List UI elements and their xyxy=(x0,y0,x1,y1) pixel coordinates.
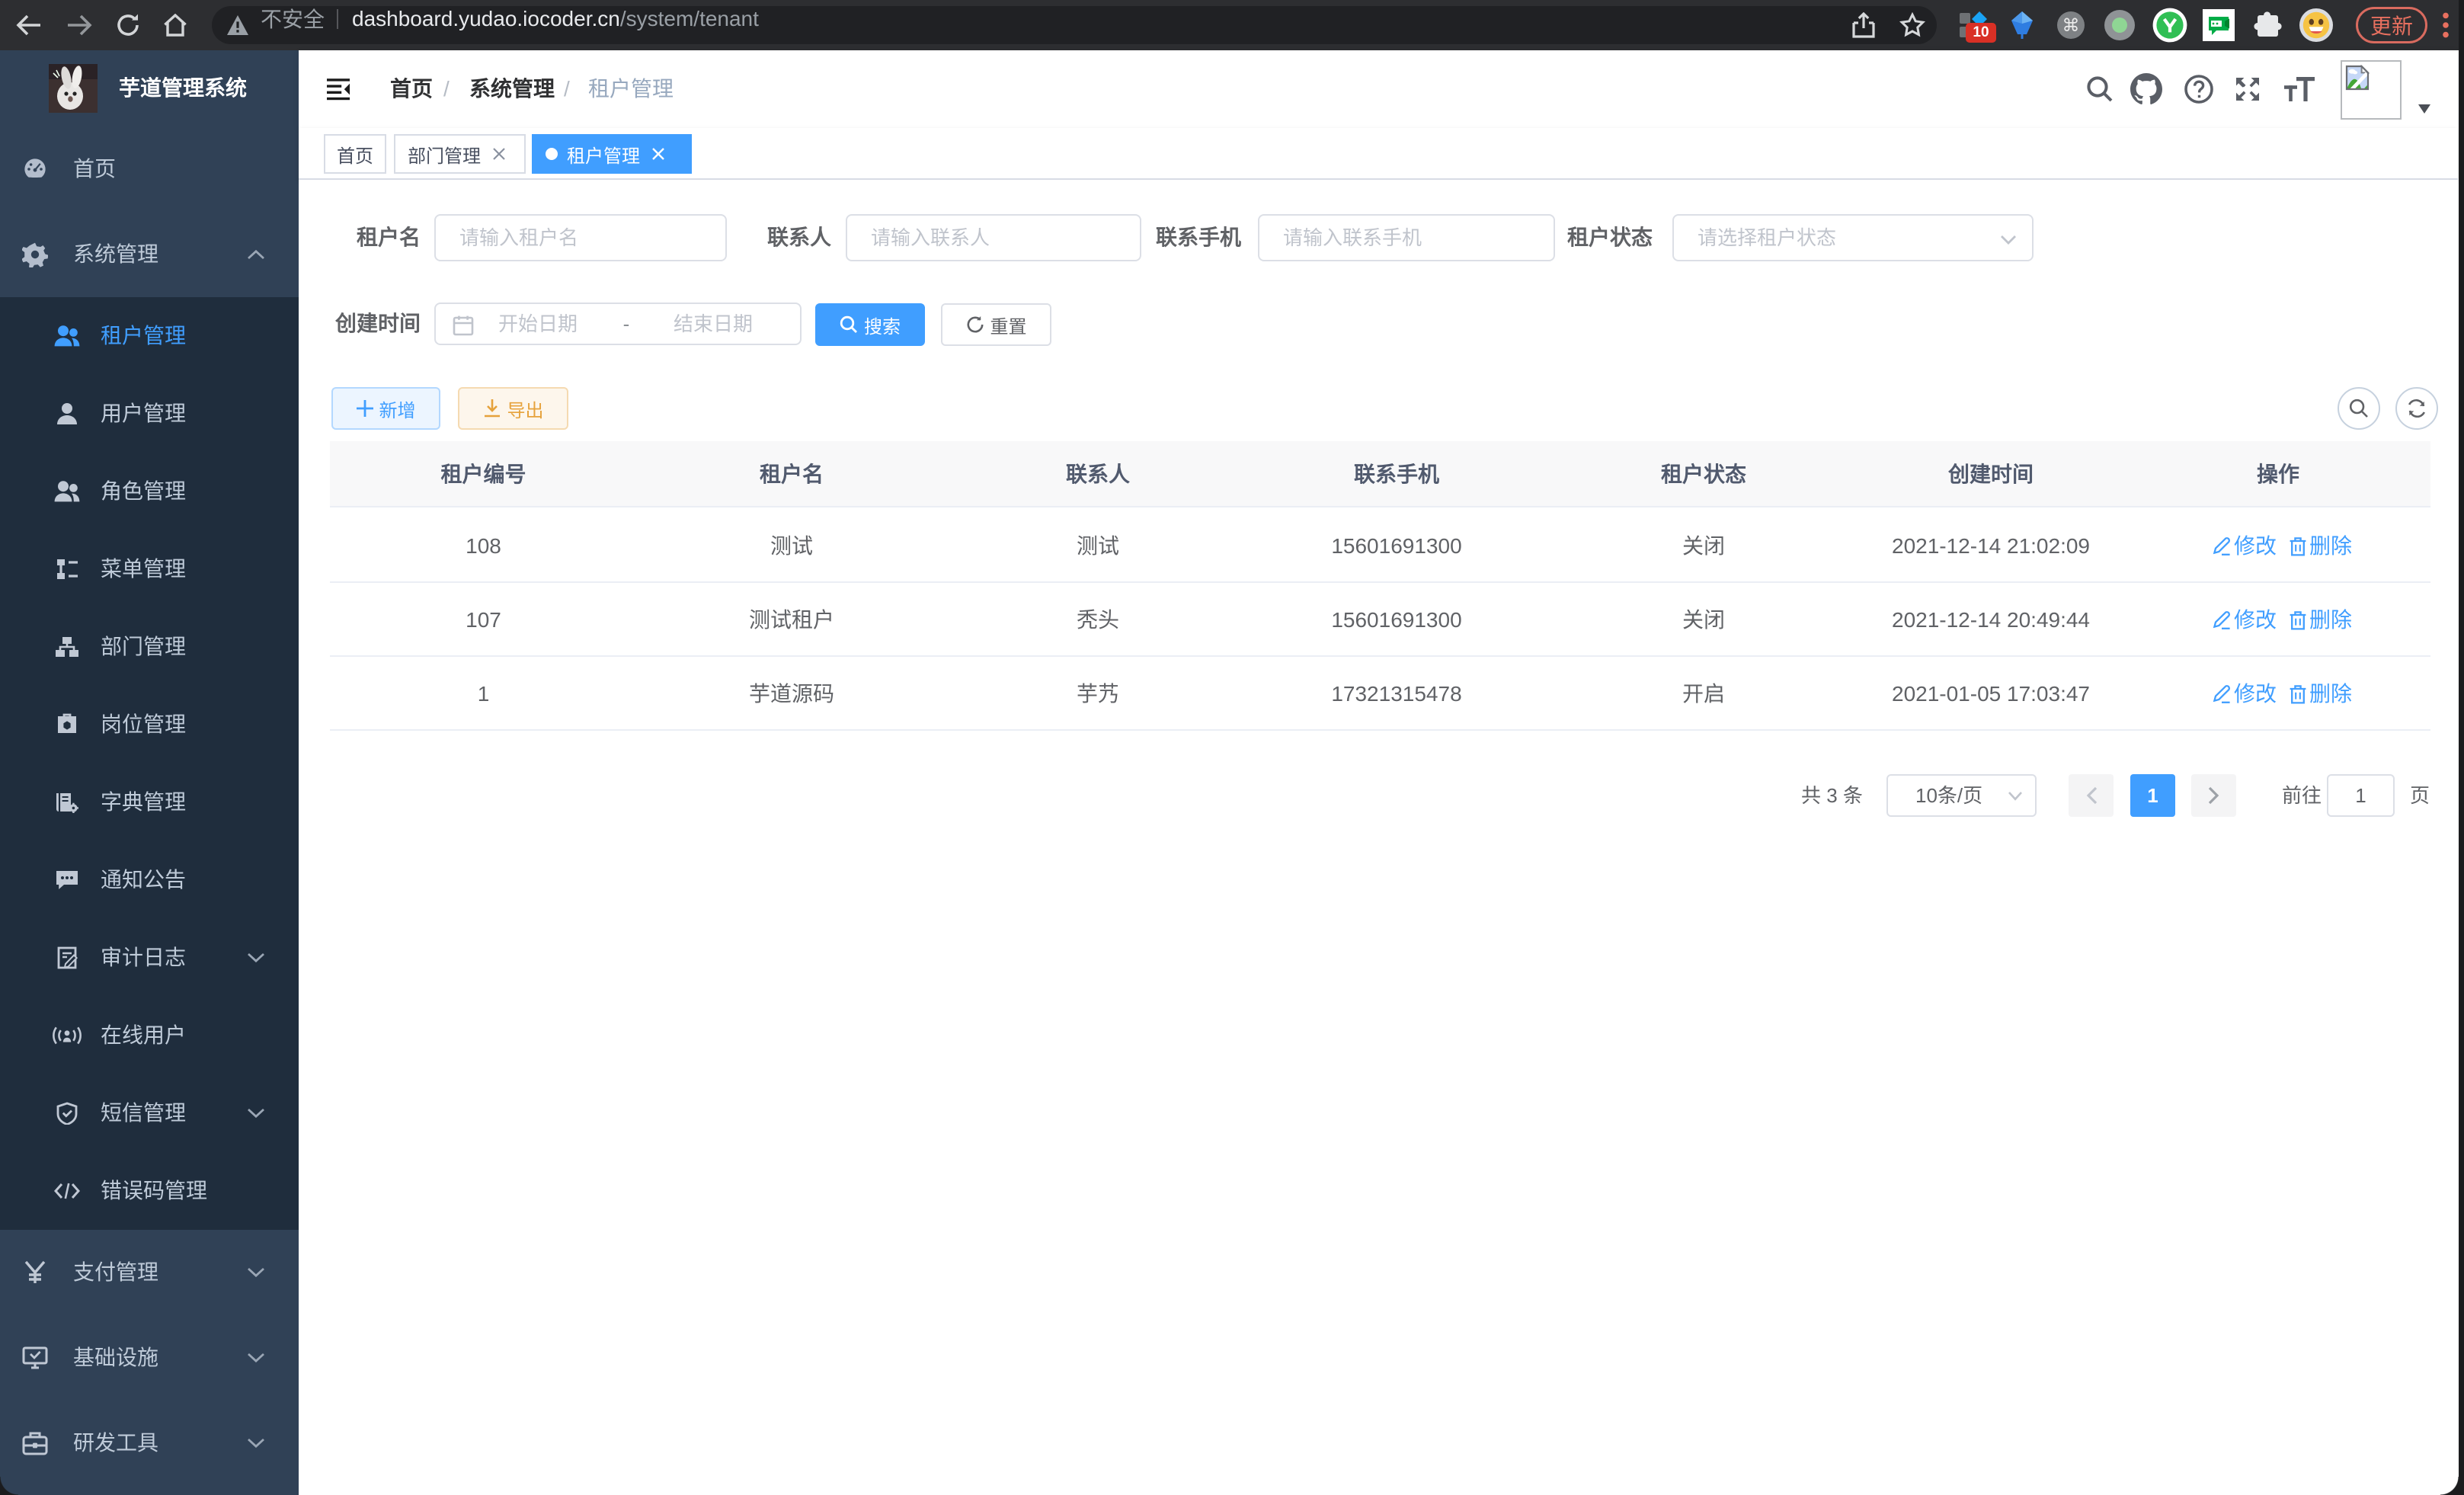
svg-text:⌘: ⌘ xyxy=(2062,15,2080,35)
